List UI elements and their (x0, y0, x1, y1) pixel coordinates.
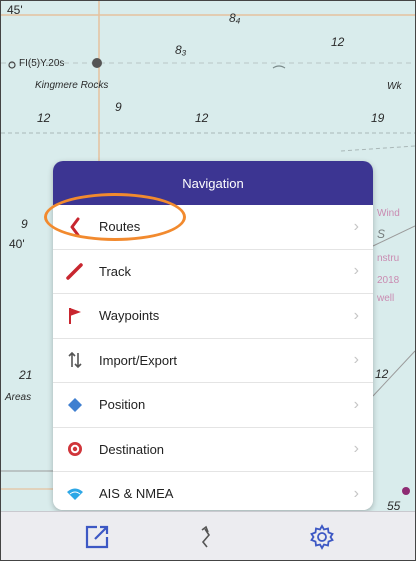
sounding-label: S (377, 227, 386, 241)
route-icon (63, 215, 87, 239)
destination-target-icon (63, 437, 87, 461)
chevron-right-icon: › (353, 440, 359, 458)
nav-item-label: Destination (99, 441, 165, 457)
sounding-label: 12 (375, 367, 389, 381)
waypoint-flag-icon (63, 304, 87, 328)
sounding-label: 19 (371, 111, 385, 125)
chart-screen: 45' 8₄ 8₃ 12 FI(5)Y.20s Kingmere Rocks W… (0, 0, 416, 561)
chevron-right-icon: › (353, 484, 359, 502)
wreck-label: Wk (387, 81, 402, 92)
import-export-icon (63, 348, 87, 372)
chevron-right-icon: › (353, 395, 359, 413)
settings-gear-icon[interactable] (302, 518, 342, 556)
sounding-label: 12 (37, 111, 51, 125)
sounding-label: 21 (19, 368, 33, 382)
nav-item-label: Position (99, 397, 146, 413)
nav-item-waypoints[interactable]: Waypoints › (53, 294, 373, 339)
nav-item-label: Import/Export (99, 352, 178, 368)
nav-item-import-export[interactable]: Import/Export › (53, 338, 373, 383)
position-diamond-icon (63, 393, 87, 417)
nav-item-label: AIS & NMEA (99, 486, 174, 502)
wind-farm-label: Wind (377, 208, 400, 219)
well-label: well (377, 293, 395, 304)
share-icon[interactable] (77, 518, 117, 556)
construction-label: nstru (377, 253, 400, 264)
nav-item-track[interactable]: Track › (53, 249, 373, 294)
sounding-label: 8₄ (229, 11, 241, 25)
area-label: Areas (5, 392, 32, 403)
track-pencil-icon (63, 259, 87, 283)
nav-item-position[interactable]: Position › (53, 383, 373, 428)
light-characteristic-label: FI(5)Y.20s (19, 58, 65, 69)
nav-item-label: Waypoints (99, 308, 160, 324)
popup-title: Navigation (53, 161, 373, 205)
nav-item-destination[interactable]: Destination › (53, 427, 373, 472)
latitude-label: 45' (7, 3, 23, 17)
nav-item-label: Routes (99, 219, 141, 235)
nav-item-ais-nmea[interactable]: AIS & NMEA › (53, 472, 373, 510)
chevron-right-icon: › (353, 351, 359, 369)
year-label: 2018 (377, 275, 400, 286)
nav-item-routes[interactable]: Routes › (53, 205, 373, 250)
nav-item-label: Track (99, 263, 132, 279)
route-arrow-icon[interactable] (188, 518, 228, 556)
wifi-icon (63, 482, 87, 506)
chevron-right-icon: › (353, 217, 359, 235)
chevron-right-icon: › (353, 262, 359, 280)
sounding-label: 12 (331, 35, 345, 49)
sounding-label: 9 (21, 217, 28, 231)
bottom-toolbar (1, 511, 415, 560)
latitude-label: 40' (9, 237, 25, 251)
rocks-label: Kingmere Rocks (35, 80, 109, 91)
sounding-label: 12 (195, 111, 209, 125)
sounding-label: 8₃ (175, 43, 187, 57)
chevron-right-icon: › (353, 306, 359, 324)
sounding-label: 9 (115, 100, 122, 114)
navigation-popup: Navigation Routes › Track › Waypoints › (53, 161, 373, 510)
